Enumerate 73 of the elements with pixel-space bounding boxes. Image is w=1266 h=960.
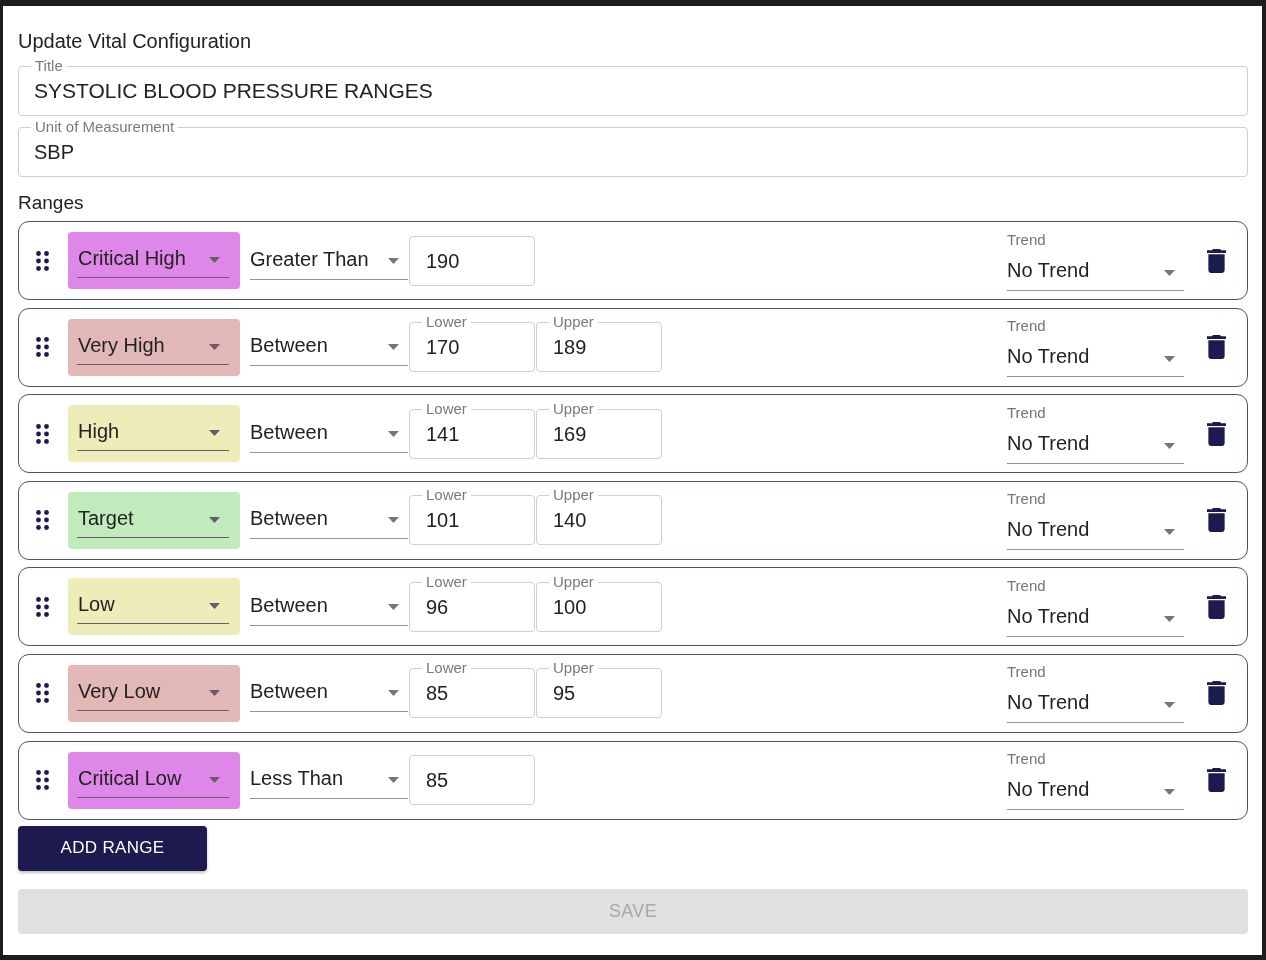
caret-icon <box>388 690 399 697</box>
field-label: Trend <box>1007 317 1046 336</box>
drag-handle-icon[interactable] <box>36 423 49 444</box>
trash-icon[interactable] <box>1207 508 1226 533</box>
category-select[interactable]: Very High <box>68 318 240 376</box>
drag-handle-icon[interactable] <box>36 770 49 791</box>
caret-icon <box>209 776 220 783</box>
trash-icon[interactable] <box>1207 768 1226 793</box>
caret-icon <box>1164 269 1175 276</box>
number-input[interactable]: 190 <box>409 235 535 286</box>
trend-select[interactable]: No Trend <box>1007 248 1184 291</box>
drag-handle-icon[interactable] <box>36 596 49 617</box>
operator-select[interactable]: Between <box>250 328 408 367</box>
field-label: Title <box>31 58 67 74</box>
field-label: Unit of Measurement <box>31 119 179 135</box>
caret-icon <box>209 343 220 350</box>
category-select[interactable]: Very Low <box>68 664 240 722</box>
category-select[interactable]: High <box>68 405 240 463</box>
trash-icon[interactable] <box>1207 681 1226 706</box>
operator-select[interactable]: Between <box>250 501 408 540</box>
caret-icon <box>209 603 220 610</box>
caret-icon <box>388 257 399 264</box>
operator-select[interactable]: Between <box>250 587 408 626</box>
trend-select[interactable]: No Trend <box>1007 508 1184 551</box>
number-input[interactable]: 85 <box>409 755 535 806</box>
caret-icon <box>1164 529 1175 536</box>
drag-handle-icon[interactable] <box>36 510 49 531</box>
field-label: Upper <box>549 314 598 331</box>
field-label: Upper <box>549 487 598 504</box>
caret-icon <box>388 603 399 610</box>
category-select[interactable]: Low <box>68 578 240 636</box>
caret-icon <box>388 777 399 784</box>
caret-icon <box>1164 356 1175 363</box>
caret-icon <box>209 689 220 696</box>
category-select[interactable]: Critical Low <box>68 751 240 809</box>
operator-select[interactable]: Less Than <box>250 761 408 800</box>
trash-icon[interactable] <box>1207 335 1226 360</box>
trend-select[interactable]: No Trend <box>1007 681 1184 724</box>
field-label: Trend <box>1007 750 1046 769</box>
caret-icon <box>388 430 399 437</box>
trash-icon[interactable] <box>1207 594 1226 619</box>
drag-handle-icon[interactable] <box>36 683 49 704</box>
field-label: Trend <box>1007 576 1046 595</box>
caret-icon <box>209 257 220 263</box>
caret-icon <box>388 344 399 351</box>
field-label: Trend <box>1007 230 1046 249</box>
caret-icon <box>1164 789 1175 796</box>
caret-icon <box>1164 442 1175 449</box>
caret-icon <box>209 516 220 523</box>
trash-icon[interactable] <box>1207 248 1226 273</box>
field-label: Trend <box>1007 663 1046 682</box>
trend-select[interactable]: No Trend <box>1007 335 1184 378</box>
category-select[interactable]: Critical High <box>68 232 240 289</box>
drag-handle-icon[interactable] <box>36 337 49 358</box>
caret-icon <box>1164 702 1175 709</box>
trend-select[interactable]: No Trend <box>1007 768 1184 811</box>
caret-icon <box>209 430 220 437</box>
drag-handle-icon[interactable] <box>36 250 49 271</box>
trash-icon[interactable] <box>1207 421 1226 446</box>
form-heading: Update Vital Configuration <box>18 29 252 53</box>
caret-icon <box>1164 615 1175 622</box>
trend-select[interactable]: No Trend <box>1007 594 1184 637</box>
field-label: Trend <box>1007 490 1046 509</box>
field-label: Trend <box>1007 403 1046 422</box>
add-range-button[interactable]: ADD RANGE <box>18 825 207 871</box>
section-heading: Ranges <box>18 191 84 215</box>
field-label: Upper <box>549 660 598 677</box>
trend-select[interactable]: No Trend <box>1007 421 1184 464</box>
operator-select[interactable]: Greater Than <box>250 241 408 280</box>
operator-select[interactable]: Between <box>250 674 408 713</box>
category-select[interactable]: Target <box>68 491 240 549</box>
operator-select[interactable]: Between <box>250 414 408 453</box>
caret-icon <box>388 517 399 524</box>
